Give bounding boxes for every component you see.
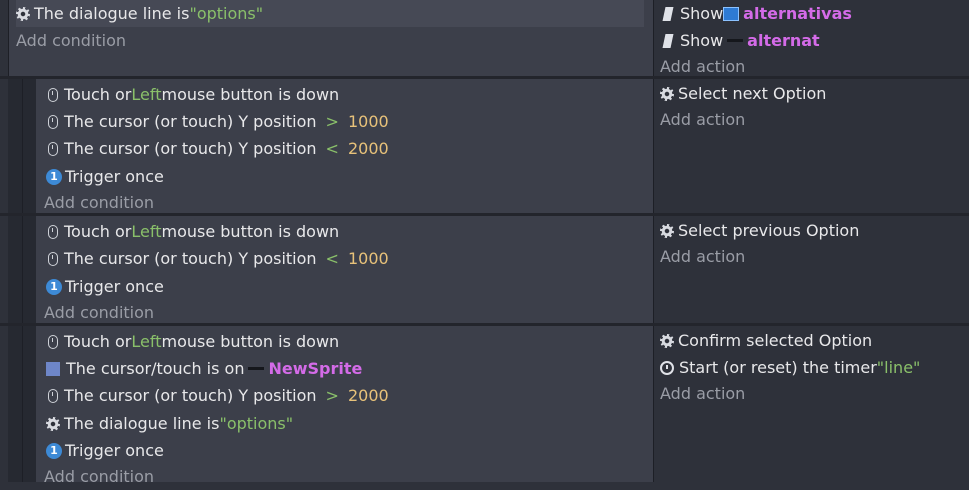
dash-icon [727, 39, 744, 42]
action-row[interactable]: Select previous Option [660, 217, 859, 244]
object-name: NewSprite [268, 359, 363, 378]
number-value: 1000 [347, 112, 389, 131]
object-icon [723, 6, 740, 21]
add-condition-button[interactable]: Add condition [44, 463, 154, 490]
add-action-button[interactable]: Add action [660, 106, 745, 133]
object-name: alternat [747, 31, 820, 50]
button-keyword: Left [131, 332, 162, 351]
action-row[interactable]: Start (or reset) the timer "line" [660, 354, 920, 381]
condition-text: Trigger once [65, 167, 164, 186]
condition-row[interactable]: The cursor (or touch) Y position < 1000 [46, 245, 389, 272]
string-value: "line" [876, 358, 921, 377]
action-row[interactable]: Show alternativas [660, 0, 852, 27]
condition-text: Trigger once [65, 441, 164, 460]
condition-row[interactable]: 1 Trigger once [46, 163, 164, 190]
condition-row[interactable]: The cursor (or touch) Y position > 2000 [46, 382, 389, 409]
event-block-0[interactable]: The dialogue line is "options" Add condi… [0, 0, 969, 77]
trigger-once-icon: 1 [46, 168, 62, 185]
condition-row[interactable]: Touch or Left mouse button is down [46, 218, 339, 245]
add-action-button[interactable]: Add action [660, 380, 745, 407]
dash-icon [248, 367, 265, 370]
condition-text: The cursor (or touch) Y position [64, 139, 317, 158]
condition-row[interactable]: 1 Trigger once [46, 273, 164, 300]
gear-icon [46, 416, 60, 431]
flag-icon [662, 33, 674, 48]
gear-icon [660, 86, 674, 101]
mouse-icon [48, 251, 58, 266]
string-value: "options" [219, 414, 294, 433]
action-row[interactable]: Select next Option [660, 80, 826, 107]
condition-text: The cursor/touch is on [66, 359, 245, 378]
condition-row[interactable]: The cursor/touch is on NewSprite [46, 355, 362, 382]
mouse-icon [48, 141, 58, 156]
cursor-on-object-icon [46, 361, 60, 376]
action-text: Select previous Option [678, 221, 860, 240]
condition-text: The dialogue line is [34, 4, 190, 23]
action-text: Select next Option [678, 84, 827, 103]
string-value: "options" [189, 4, 264, 23]
action-text: Confirm selected Option [678, 331, 873, 350]
condition-text: The cursor (or touch) Y position [64, 249, 317, 268]
operator: < [325, 249, 339, 268]
action-row[interactable]: Confirm selected Option [660, 327, 872, 354]
condition-text: Touch or [64, 332, 132, 351]
button-keyword: Left [131, 85, 162, 104]
flag-icon [662, 6, 674, 21]
gear-icon [660, 333, 674, 348]
mouse-icon [48, 114, 58, 129]
action-text: Start (or reset) the timer [679, 358, 877, 377]
gear-icon [660, 223, 674, 238]
condition-row[interactable]: The dialogue line is "options" [46, 410, 293, 437]
condition-text: The dialogue line is [64, 414, 220, 433]
button-keyword: Left [131, 222, 162, 241]
tree-line [22, 326, 23, 482]
condition-text: The cursor (or touch) Y position [64, 112, 317, 131]
operator: < [325, 139, 339, 158]
gear-icon [16, 6, 30, 21]
condition-text: Touch or [64, 222, 132, 241]
add-condition-button[interactable]: Add condition [44, 189, 154, 216]
condition-row[interactable]: Touch or Left mouse button is down [46, 328, 339, 355]
mouse-icon [48, 388, 58, 403]
add-action-button[interactable]: Add action [660, 243, 745, 270]
condition-row[interactable]: The cursor (or touch) Y position < 2000 [46, 135, 389, 162]
condition-row[interactable]: The cursor (or touch) Y position > 1000 [46, 108, 389, 135]
mouse-icon [48, 334, 58, 349]
condition-text: Trigger once [65, 277, 164, 296]
trigger-once-icon: 1 [46, 442, 62, 459]
number-value: 1000 [347, 249, 389, 268]
condition-text: mouse button is down [161, 222, 340, 241]
trigger-once-icon: 1 [46, 278, 62, 295]
object-name: alternativas [743, 4, 852, 23]
number-value: 2000 [347, 139, 389, 158]
tree-line [22, 216, 23, 324]
event-block-2[interactable]: Touch or Left mouse button is down The c… [0, 216, 969, 324]
timer-icon [660, 360, 674, 375]
condition-row[interactable]: 1 Trigger once [46, 437, 164, 464]
condition-text: mouse button is down [161, 85, 340, 104]
condition-text: The cursor (or touch) Y position [64, 386, 317, 405]
event-block-1[interactable]: Touch or Left mouse button is down The c… [0, 79, 969, 214]
mouse-icon [48, 224, 58, 239]
tree-line [22, 79, 23, 214]
condition-text: Touch or [64, 85, 132, 104]
condition-text: mouse button is down [161, 332, 340, 351]
event-block-3[interactable]: Touch or Left mouse button is down The c… [0, 326, 969, 486]
operator: > [325, 386, 339, 405]
condition-row[interactable]: The dialogue line is "options" [16, 0, 644, 27]
action-text: Show [680, 31, 724, 50]
add-condition-button[interactable]: Add condition [44, 299, 154, 326]
mouse-icon [48, 87, 58, 102]
operator: > [325, 112, 339, 131]
number-value: 2000 [347, 386, 389, 405]
add-condition-button[interactable]: Add condition [16, 27, 126, 54]
action-row[interactable]: Show alternat [660, 27, 820, 54]
action-text: Show [680, 4, 724, 23]
condition-row[interactable]: Touch or Left mouse button is down [46, 81, 339, 108]
